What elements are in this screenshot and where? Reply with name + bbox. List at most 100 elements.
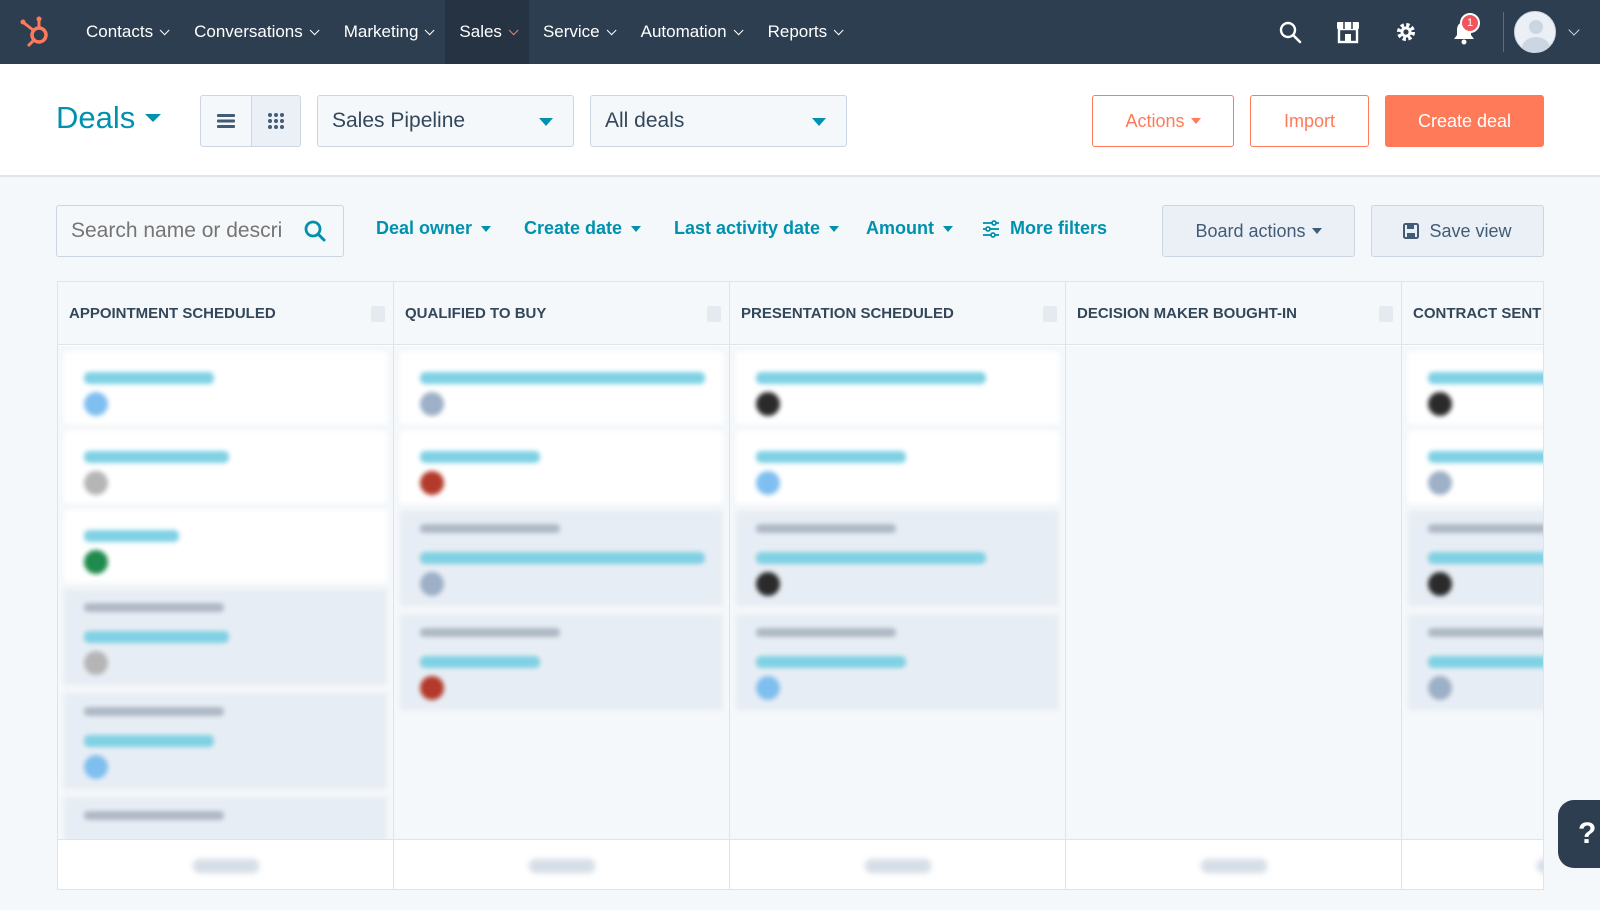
nav-label: Service	[542, 22, 600, 41]
column-total	[58, 839, 393, 889]
deal-card[interactable]	[1408, 614, 1543, 710]
chevron-down-icon	[309, 24, 320, 35]
search-icon[interactable]	[1261, 0, 1319, 64]
save-icon	[1403, 223, 1420, 239]
deal-card[interactable]	[64, 352, 387, 424]
column-title: APPOINTMENT SCHEDULED	[69, 304, 276, 322]
deal-card[interactable]	[64, 797, 387, 839]
nav-label: Automation	[640, 22, 727, 41]
deal-card[interactable]	[736, 431, 1059, 503]
nav-marketing[interactable]: Marketing	[330, 0, 446, 64]
nav-reports[interactable]: Reports	[754, 0, 855, 64]
column-title: PRESENTATION SCHEDULED	[741, 304, 954, 322]
filter-label: Deal owner	[376, 218, 473, 238]
column-menu-icon[interactable]	[371, 306, 385, 322]
deal-card[interactable]	[64, 431, 387, 503]
create-date-filter[interactable]: Create date	[524, 218, 642, 239]
save-view-label: Save view	[1429, 220, 1512, 241]
page-header: Deals Sales Pipeline All deals Actions I…	[0, 64, 1600, 177]
nav-conversations[interactable]: Conversations	[180, 0, 330, 64]
column-menu-icon[interactable]	[707, 306, 721, 322]
hubspot-logo-icon[interactable]	[0, 0, 72, 64]
create-deal-label: Create deal	[1417, 110, 1512, 131]
board-view-button[interactable]	[250, 96, 300, 146]
deal-card[interactable]	[1408, 431, 1543, 503]
actions-label: Actions	[1125, 110, 1185, 131]
more-filters-button[interactable]: More filters	[982, 218, 1107, 239]
caret-down-icon	[812, 118, 826, 126]
caret-down-icon	[1190, 118, 1201, 124]
column-header[interactable]: QUALIFIED TO BUY	[394, 282, 729, 345]
caret-down-icon	[942, 225, 953, 232]
caret-down-icon	[829, 225, 840, 232]
chevron-down-icon	[833, 24, 844, 35]
deal-card[interactable]	[1408, 510, 1543, 606]
column-menu-icon[interactable]	[1379, 306, 1393, 322]
save-view-button[interactable]: Save view	[1371, 205, 1544, 257]
deal-card[interactable]	[400, 352, 723, 424]
deal-card[interactable]	[64, 510, 387, 582]
help-button[interactable]: ?	[1558, 800, 1600, 868]
deal-card[interactable]	[400, 614, 723, 710]
column-menu-icon[interactable]	[1043, 306, 1057, 322]
search-field	[56, 205, 344, 257]
deal-card[interactable]	[400, 431, 723, 503]
deal-owner-filter[interactable]: Deal owner	[376, 218, 492, 239]
deal-card[interactable]	[64, 589, 387, 685]
deal-card[interactable]	[64, 693, 387, 789]
deal-view-select[interactable]: All deals	[590, 95, 847, 147]
board-column: PRESENTATION SCHEDULED	[730, 282, 1066, 889]
column-body	[58, 346, 393, 839]
caret-down-icon	[481, 225, 492, 232]
deal-card[interactable]	[736, 614, 1059, 710]
deal-card[interactable]	[736, 352, 1059, 424]
board-actions-label: Board actions	[1195, 220, 1306, 241]
filter-label: Last activity date	[674, 218, 821, 238]
view-value: All deals	[605, 109, 685, 132]
deal-card[interactable]	[736, 510, 1059, 606]
board-column: APPOINTMENT SCHEDULED	[58, 282, 394, 889]
import-button[interactable]: Import	[1250, 95, 1369, 147]
column-title: CONTRACT SENT	[1413, 304, 1542, 322]
column-header[interactable]: DECISION MAKER BOUGHT-IN	[1066, 282, 1401, 345]
board-column: DECISION MAKER BOUGHT-IN	[1066, 282, 1402, 889]
nav-divider	[1503, 12, 1504, 52]
nav-label: Contacts	[86, 22, 154, 41]
search-icon[interactable]	[303, 219, 327, 243]
pipeline-select[interactable]: Sales Pipeline	[317, 95, 574, 147]
amount-filter[interactable]: Amount	[866, 218, 953, 239]
nav-sales[interactable]: Sales	[445, 0, 529, 64]
nav-automation[interactable]: Automation	[627, 0, 754, 64]
list-view-button[interactable]	[201, 96, 251, 146]
search-input[interactable]	[57, 206, 287, 256]
deal-card[interactable]	[400, 510, 723, 606]
chevron-down-icon	[733, 24, 744, 35]
gear-icon[interactable]	[1377, 0, 1435, 64]
filter-label: Create date	[524, 218, 623, 238]
bell-icon[interactable]: 1	[1435, 0, 1493, 64]
view-toggle	[200, 95, 301, 147]
column-body	[1402, 346, 1543, 839]
avatar[interactable]	[1514, 11, 1556, 53]
column-header[interactable]: APPOINTMENT SCHEDULED	[58, 282, 393, 345]
caret-down-icon	[1311, 228, 1322, 234]
last-activity-filter[interactable]: Last activity date	[674, 218, 840, 239]
nav-service[interactable]: Service	[529, 0, 627, 64]
page-title[interactable]: Deals	[56, 100, 162, 136]
nav-contacts[interactable]: Contacts	[72, 0, 180, 64]
sliders-icon	[983, 219, 999, 238]
column-header[interactable]: CONTRACT SENT	[1402, 282, 1543, 345]
board-actions-button[interactable]: Board actions	[1162, 205, 1355, 257]
help-label: ?	[1578, 817, 1597, 850]
chevron-down-icon	[508, 24, 519, 35]
deal-card[interactable]	[1408, 352, 1543, 424]
nav-label: Marketing	[343, 22, 419, 41]
caret-down-icon	[145, 114, 162, 122]
column-body	[730, 346, 1065, 839]
caret-down-icon	[631, 225, 642, 232]
actions-button[interactable]: Actions	[1092, 95, 1234, 147]
chevron-down-icon[interactable]	[1568, 24, 1580, 36]
create-deal-button[interactable]: Create deal	[1385, 95, 1544, 147]
column-header[interactable]: PRESENTATION SCHEDULED	[730, 282, 1065, 345]
marketplace-icon[interactable]	[1319, 0, 1377, 64]
